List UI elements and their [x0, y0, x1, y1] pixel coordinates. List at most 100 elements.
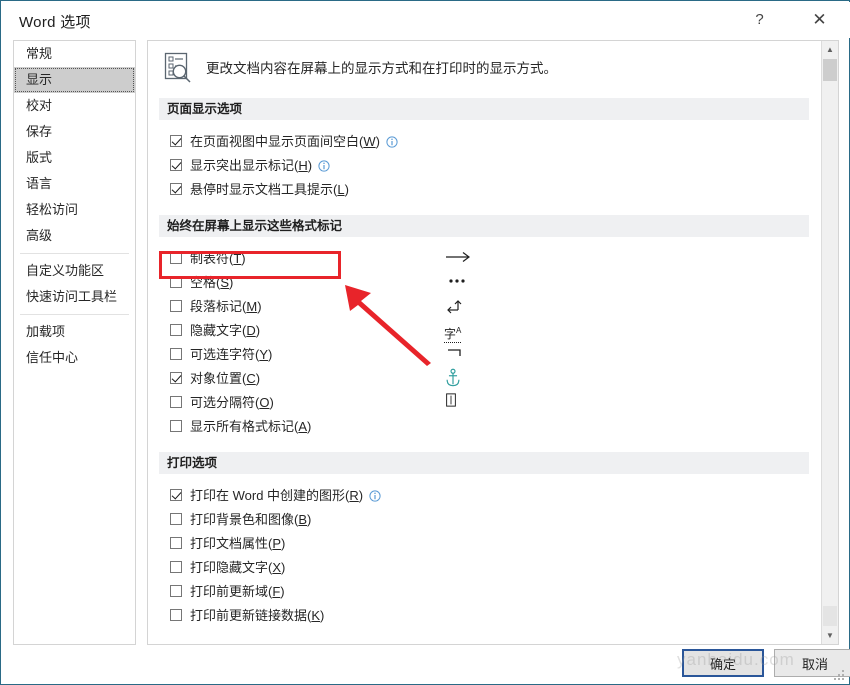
checkbox-row-1-5[interactable]: 对象位置(C): [170, 368, 260, 390]
category-sidebar: 常规显示校对保存版式语言轻松访问高级自定义功能区 快速访问工具栏加载项 信任中心: [13, 40, 136, 645]
sidebar-item-8[interactable]: 自定义功能区: [14, 258, 135, 284]
sidebar-item-3[interactable]: 保存: [14, 119, 135, 145]
sidebar-item-1[interactable]: 显示: [14, 67, 135, 93]
checkbox-unchecked[interactable]: [170, 420, 182, 432]
checkbox-unchecked[interactable]: [170, 324, 182, 336]
sidebar-divider: [20, 253, 129, 254]
vertical-scrollbar[interactable]: ▲ ▼: [821, 41, 838, 644]
scroll-up-icon[interactable]: ▲: [822, 41, 838, 58]
sidebar-item-label: 保存: [26, 124, 53, 139]
sidebar-item-4[interactable]: 版式: [14, 145, 135, 171]
sidebar-item-label: 显示: [26, 72, 53, 87]
pane-description: 更改文档内容在屏幕上的显示方式和在打印时的显示方式。: [206, 61, 557, 76]
checkbox-label: 打印前更新域(F): [190, 584, 285, 599]
sidebar-item-label: 语言: [26, 176, 53, 191]
sidebar-item-6[interactable]: 轻松访问: [14, 197, 135, 223]
sidebar-item-2[interactable]: 校对: [14, 93, 135, 119]
checkbox-label: 悬停时显示文档工具提示(L): [190, 182, 349, 197]
checkbox-label: 隐藏文字(D): [190, 323, 261, 338]
sidebar-item-0[interactable]: 常规: [14, 41, 135, 67]
checkbox-label: 空格(S): [190, 275, 234, 290]
checkbox-row-2-0[interactable]: 打印在 Word 中创建的图形(R): [170, 485, 381, 507]
checkbox-row-2-5[interactable]: 打印前更新链接数据(K): [170, 605, 324, 627]
checkbox-row-0-0[interactable]: 在页面视图中显示页面间空白(W): [170, 131, 398, 153]
pane-header: 更改文档内容在屏幕上的显示方式和在打印时的显示方式。: [162, 47, 802, 93]
checkbox-label: 显示所有格式标记(A): [190, 419, 312, 434]
sidebar-item-10[interactable]: 加载项: [14, 319, 135, 345]
checkbox-unchecked[interactable]: [170, 276, 182, 288]
checkbox-row-0-2[interactable]: 悬停时显示文档工具提示(L): [170, 179, 349, 201]
checkbox-row-1-4[interactable]: 可选连字符(Y): [170, 344, 272, 366]
title-bar: Word 选项 ? ✕: [2, 2, 850, 38]
checkbox-checked[interactable]: [170, 159, 182, 171]
resize-grip[interactable]: [833, 669, 845, 681]
optional-hyphen-icon: [448, 349, 461, 356]
checkbox-unchecked[interactable]: [170, 585, 182, 597]
formatting-mark-glyph: 字A: [444, 320, 490, 343]
close-icon[interactable]: ✕: [797, 3, 842, 37]
checkbox-checked[interactable]: [170, 489, 182, 501]
checkbox-checked[interactable]: [170, 372, 182, 384]
checkbox-row-1-0[interactable]: 制表符(T): [170, 248, 246, 270]
options-pane: 更改文档内容在屏幕上的显示方式和在打印时的显示方式。 页面显示选项 在页面视图中显…: [147, 40, 839, 645]
sidebar-item-label: 自定义功能区: [26, 263, 105, 278]
anchor-icon: [446, 368, 460, 387]
checkbox-row-2-3[interactable]: 打印隐藏文字(X): [170, 557, 285, 579]
hidden-text-icon: 字A: [444, 326, 462, 343]
checkbox-row-0-1[interactable]: 显示突出显示标记(H): [170, 155, 330, 177]
checkbox-row-2-4[interactable]: 打印前更新域(F): [170, 581, 285, 603]
formatting-mark-glyph: [444, 296, 490, 318]
checkbox-label: 打印隐藏文字(X): [190, 560, 286, 575]
checkbox-row-1-2[interactable]: 段落标记(M): [170, 296, 262, 318]
sidebar-item-9[interactable]: 快速访问工具栏: [14, 284, 135, 310]
scroll-down-icon[interactable]: ▼: [822, 627, 838, 644]
document-search-icon: [164, 52, 191, 83]
checkbox-unchecked[interactable]: [170, 348, 182, 360]
sidebar-item-label: 版式: [26, 150, 53, 165]
formatting-mark-glyph: [444, 248, 490, 270]
checkbox-unchecked[interactable]: [170, 537, 182, 549]
checkbox-label: 对象位置(C): [190, 371, 261, 386]
info-icon[interactable]: [369, 490, 381, 502]
scrollbar-track[interactable]: [823, 606, 837, 626]
checkbox-row-1-7[interactable]: 显示所有格式标记(A): [170, 416, 311, 438]
checkbox-unchecked[interactable]: [170, 252, 182, 264]
sidebar-item-label: 校对: [26, 98, 53, 113]
info-icon[interactable]: [318, 160, 330, 172]
checkbox-row-1-6[interactable]: 可选分隔符(O): [170, 392, 274, 414]
sidebar-divider: [20, 314, 129, 315]
checkbox-label: 制表符(T): [190, 251, 246, 266]
sidebar-item-7[interactable]: 高级: [14, 223, 135, 249]
formatting-mark-glyph: [444, 392, 490, 414]
space-dots-icon: [449, 279, 465, 283]
formatting-mark-glyph: [444, 272, 490, 294]
sidebar-item-label: 轻松访问: [26, 202, 79, 217]
checkbox-label: 可选连字符(Y): [190, 347, 273, 362]
checkbox-unchecked[interactable]: [170, 609, 182, 621]
ok-button[interactable]: 确定: [682, 649, 764, 677]
checkbox-row-2-1[interactable]: 打印背景色和图像(B): [170, 509, 311, 531]
checkbox-label: 段落标记(M): [190, 299, 262, 314]
help-icon[interactable]: ?: [737, 3, 782, 37]
sidebar-item-5[interactable]: 语言: [14, 171, 135, 197]
optional-break-icon: [446, 393, 456, 407]
checkbox-unchecked[interactable]: [170, 396, 182, 408]
scrollbar-thumb[interactable]: [823, 59, 837, 81]
sidebar-item-11[interactable]: 信任中心: [14, 345, 135, 371]
checkbox-unchecked[interactable]: [170, 513, 182, 525]
word-options-dialog: Word 选项 ? ✕ 常规显示校对保存版式语言轻松访问高级自定义功能区 快速访问…: [0, 0, 850, 685]
checkbox-row-2-2[interactable]: 打印文档属性(P): [170, 533, 285, 555]
checkbox-row-1-1[interactable]: 空格(S): [170, 272, 233, 294]
info-icon[interactable]: [386, 136, 398, 148]
checkbox-unchecked[interactable]: [170, 300, 182, 312]
checkbox-label: 打印前更新链接数据(K): [190, 608, 325, 623]
options-content: 更改文档内容在屏幕上的显示方式和在打印时的显示方式。 页面显示选项 在页面视图中显…: [148, 41, 820, 644]
checkbox-label: 打印文档属性(P): [190, 536, 286, 551]
checkbox-checked[interactable]: [170, 183, 182, 195]
checkbox-label: 可选分隔符(O): [190, 395, 274, 410]
checkbox-unchecked[interactable]: [170, 561, 182, 573]
sidebar-item-label: 快速访问工具栏: [26, 289, 118, 304]
checkbox-checked[interactable]: [170, 135, 182, 147]
sidebar-item-label: 高级: [26, 228, 53, 243]
checkbox-row-1-3[interactable]: 隐藏文字(D): [170, 320, 260, 342]
